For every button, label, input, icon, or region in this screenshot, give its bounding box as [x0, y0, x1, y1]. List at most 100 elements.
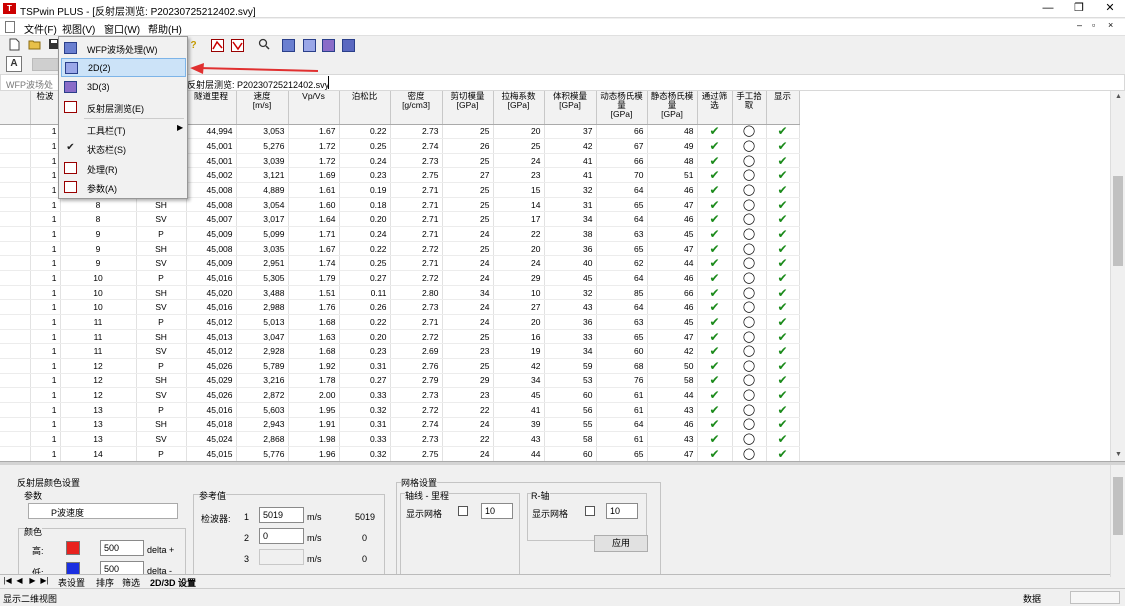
display-check-icon[interactable]: ✔	[766, 182, 800, 198]
manual-pick-radio[interactable]: ◯	[732, 373, 767, 389]
manual-pick-radio[interactable]: ◯	[732, 329, 767, 345]
param-select[interactable]: P波速度	[28, 503, 178, 519]
display-check-icon[interactable]: ✔	[766, 343, 800, 359]
panel-scroll-thumb[interactable]	[1113, 477, 1123, 535]
document-icon[interactable]	[5, 21, 15, 33]
column-header[interactable]: 静态杨氏模 量 [GPa]	[647, 91, 698, 125]
manual-pick-radio[interactable]: ◯	[732, 314, 767, 330]
display-check-icon[interactable]: ✔	[766, 241, 800, 257]
table-row[interactable]: 1 10 SH 45,020 3,488 1.51 0.11 2.80 34 10 32 85 66 ✔ ◯…	[0, 285, 800, 301]
high-color-swatch[interactable]	[66, 541, 80, 555]
menu-file[interactable]: 文件(F)	[24, 21, 57, 36]
reflect-red-icon[interactable]	[231, 39, 244, 52]
first-sheet-icon[interactable]: |◀	[3, 576, 12, 585]
manual-pick-radio[interactable]: ◯	[732, 285, 767, 301]
display-check-icon[interactable]: ✔	[766, 314, 800, 330]
display-check-icon[interactable]: ✔	[766, 431, 800, 447]
table-row[interactable]: 1 10 P 45,016 5,305 1.79 0.27 2.72 24 29 45 64 46 ✔ ◯ ✔	[0, 270, 800, 286]
manual-pick-radio[interactable]: ◯	[732, 138, 767, 154]
help-icon[interactable]: ?	[186, 38, 201, 53]
display-check-icon[interactable]: ✔	[766, 197, 800, 213]
display-check-icon[interactable]: ✔	[766, 387, 800, 403]
display-check-icon[interactable]: ✔	[766, 255, 800, 272]
inner-minimize-button[interactable]: –	[1077, 20, 1082, 30]
display-check-icon[interactable]: ✔	[766, 329, 800, 345]
menu-help[interactable]: 帮助(H)	[148, 21, 182, 36]
display-check-icon[interactable]: ✔	[766, 402, 800, 418]
manual-pick-radio[interactable]: ◯	[732, 270, 767, 286]
table-row[interactable]: 1 10 SV 45,016 2,988 1.76 0.26 2.73 24 27 43 64 46 ✔ ◯…	[0, 299, 800, 316]
table-row[interactable]: 1 13 SH 45,018 2,943 1.91 0.31 2.74 24 39 55 64 46 ✔ ◯…	[0, 417, 800, 433]
display-check-icon[interactable]: ✔	[766, 358, 800, 374]
menu-item-3d[interactable]: 3D(3)	[61, 78, 186, 97]
prev-sheet-icon[interactable]: ◀	[15, 576, 24, 585]
params-icon[interactable]	[342, 39, 355, 52]
table-row[interactable]: 1 9 SH 45,008 3,035 1.67 0.22 2.72 25 20 36 65 47 ✔ ◯ ✔	[0, 241, 800, 257]
text-view-icon[interactable]: A	[6, 56, 22, 72]
menu-view[interactable]: 视图(V)	[62, 21, 95, 36]
ref-value-3[interactable]	[259, 549, 304, 565]
axis-value-input[interactable]: 10	[481, 503, 513, 519]
r-value-input[interactable]: 10	[606, 503, 638, 519]
grid-scrollbar[interactable]: ▲ ▼	[1110, 91, 1125, 461]
table-row[interactable]: 1 13 SV 45,024 2,868 1.98 0.33 2.73 22 43 58 61 43 ✔ ◯…	[0, 431, 800, 447]
reflect-red-icon[interactable]	[211, 39, 224, 52]
next-sheet-icon[interactable]: ▶	[28, 576, 37, 585]
display-check-icon[interactable]: ✔	[766, 373, 800, 389]
low-color-swatch[interactable]	[66, 562, 80, 574]
new-file-icon[interactable]	[6, 38, 21, 53]
manual-pick-radio[interactable]: ◯	[732, 153, 767, 169]
last-sheet-icon[interactable]: ▶|	[40, 576, 49, 585]
wfp-icon[interactable]	[282, 39, 295, 52]
manual-pick-radio[interactable]: ◯	[732, 402, 767, 418]
column-header[interactable]: Vp/Vs	[288, 91, 340, 125]
table-row[interactable]: 1 11 P 45,012 5,013 1.68 0.22 2.71 24 20 36 63 45 ✔ ◯ ✔	[0, 314, 800, 330]
column-header[interactable]: 手工拾 取	[732, 91, 767, 125]
display-check-icon[interactable]: ✔	[766, 167, 800, 184]
column-header[interactable]: 显示	[766, 91, 800, 125]
menu-item-toolbar[interactable]: 工具栏(T) ▶	[61, 120, 186, 139]
ref-value-2[interactable]: 0	[259, 528, 304, 544]
scroll-down-icon[interactable]: ▼	[1111, 449, 1125, 461]
manual-pick-radio[interactable]: ◯	[732, 417, 767, 433]
restore-button[interactable]: ❐	[1064, 0, 1094, 18]
manual-pick-radio[interactable]: ◯	[732, 197, 767, 213]
column-header[interactable]: 通过筛 选	[697, 91, 733, 125]
manual-pick-radio[interactable]: ◯	[732, 226, 767, 242]
manual-pick-radio[interactable]: ◯	[732, 211, 767, 228]
column-header[interactable]: 剪切模量 [GPa]	[442, 91, 494, 125]
display-check-icon[interactable]: ✔	[766, 285, 800, 301]
manual-pick-radio[interactable]: ◯	[732, 167, 767, 184]
display-check-icon[interactable]: ✔	[766, 226, 800, 242]
wfp-tab-label[interactable]: WFP波场处	[6, 78, 53, 91]
table-row[interactable]: 1 8 SH 45,008 3,054 1.60 0.18 2.71 25 14 31 65 47 ✔ ◯ ✔	[0, 197, 800, 213]
display-check-icon[interactable]: ✔	[766, 446, 800, 461]
manual-pick-radio[interactable]: ◯	[732, 255, 767, 272]
panel-scrollbar[interactable]	[1110, 465, 1125, 577]
table-row[interactable]: 1 11 SH 45,013 3,047 1.63 0.20 2.72 25 16 33 65 47 ✔ ◯…	[0, 329, 800, 345]
column-header[interactable]: 密度 [g/cm3]	[390, 91, 443, 125]
table-row[interactable]: 1 13 P 45,016 5,603 1.95 0.32 2.72 22 41 56 61 43 ✔ ◯ ✔	[0, 402, 800, 418]
table-row[interactable]: 1 11 SV 45,012 2,928 1.68 0.23 2.69 23 19 34 60 42 ✔ ◯…	[0, 343, 800, 359]
column-header[interactable]: 体积模量 [GPa]	[544, 91, 597, 125]
high-value-input[interactable]: 500	[100, 540, 144, 556]
minimize-button[interactable]: —	[1033, 0, 1063, 18]
menu-item-statusbar[interactable]: ✔ 状态栏(S)	[61, 139, 186, 158]
ref-value-1[interactable]: 5019	[259, 507, 304, 523]
table-row[interactable]: 1 12 SV 45,026 2,872 2.00 0.33 2.73 23 45 60 61 44 ✔ ◯…	[0, 387, 800, 403]
column-header[interactable]: 拉梅系数 [GPa]	[493, 91, 545, 125]
manual-pick-radio[interactable]: ◯	[732, 358, 767, 374]
manual-pick-radio[interactable]: ◯	[732, 387, 767, 403]
zoom-icon[interactable]	[256, 38, 271, 53]
display-check-icon[interactable]: ✔	[766, 270, 800, 286]
axis-show-checkbox[interactable]	[458, 506, 468, 516]
menu-item-params[interactable]: 参数(A)	[61, 178, 186, 197]
column-header[interactable]: 检波	[30, 91, 61, 125]
close-button[interactable]: ✕	[1095, 0, 1125, 18]
menu-item-process[interactable]: 处理(R)	[61, 159, 186, 178]
manual-pick-radio[interactable]: ◯	[732, 343, 767, 359]
column-header[interactable]: 动态杨氏模 量 [GPa]	[596, 91, 648, 125]
2d-icon[interactable]	[303, 39, 316, 52]
menu-window[interactable]: 窗口(W)	[104, 21, 140, 36]
table-row[interactable]: 1 8 SV 45,007 3,017 1.64 0.20 2.71 25 17 34 64 46 ✔ ◯ ✔	[0, 211, 800, 228]
